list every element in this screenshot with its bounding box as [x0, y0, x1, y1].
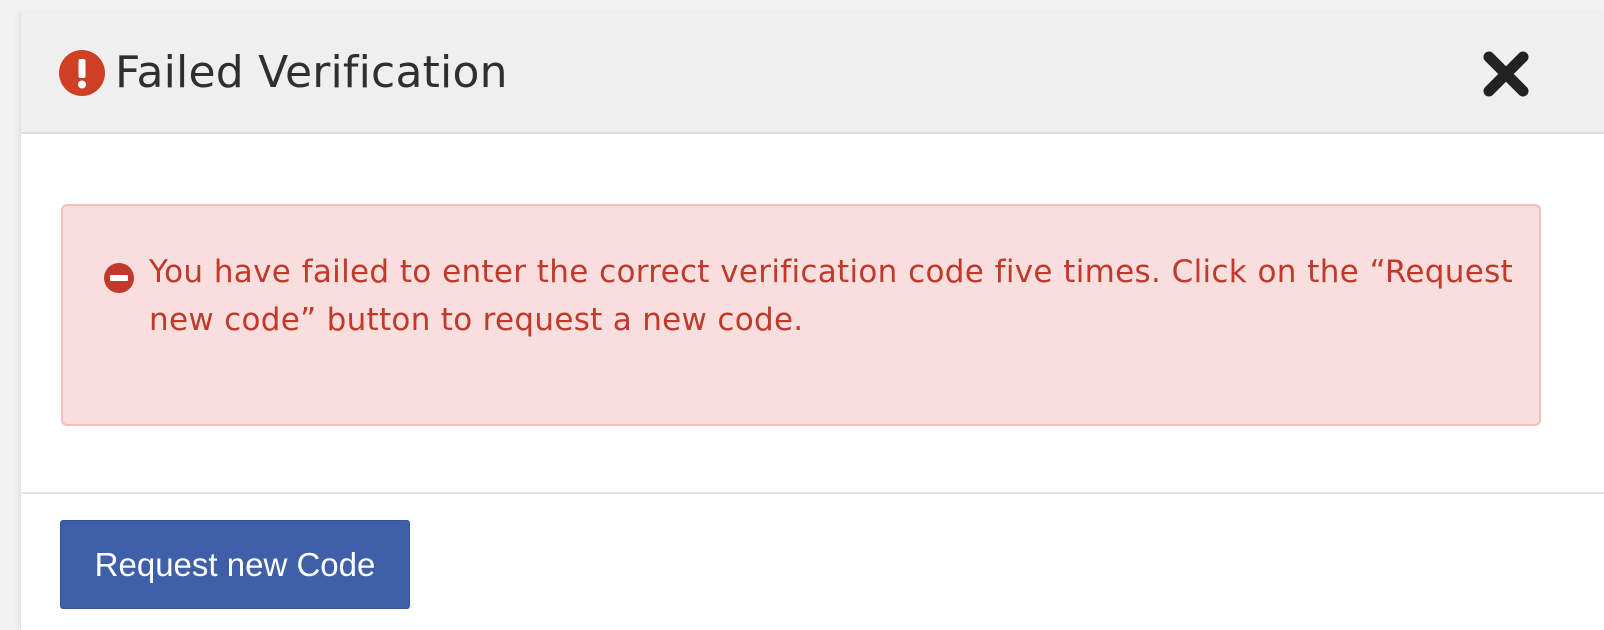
minus-circle-icon	[104, 263, 134, 293]
dialog-header: Failed Verification	[21, 12, 1604, 134]
alert-message: You have failed to enter the correct ver…	[149, 254, 1513, 338]
failed-verification-dialog: Failed Verification You have failed to e…	[20, 12, 1604, 630]
dialog-title: Failed Verification	[115, 47, 508, 98]
error-alert: You have failed to enter the correct ver…	[61, 204, 1541, 426]
request-new-code-button[interactable]: Request new Code	[60, 520, 410, 609]
page: Failed Verification You have failed to e…	[0, 0, 1604, 630]
exclamation-circle-icon	[59, 50, 105, 96]
footer-divider	[21, 492, 1604, 494]
close-icon[interactable]	[1479, 47, 1533, 101]
